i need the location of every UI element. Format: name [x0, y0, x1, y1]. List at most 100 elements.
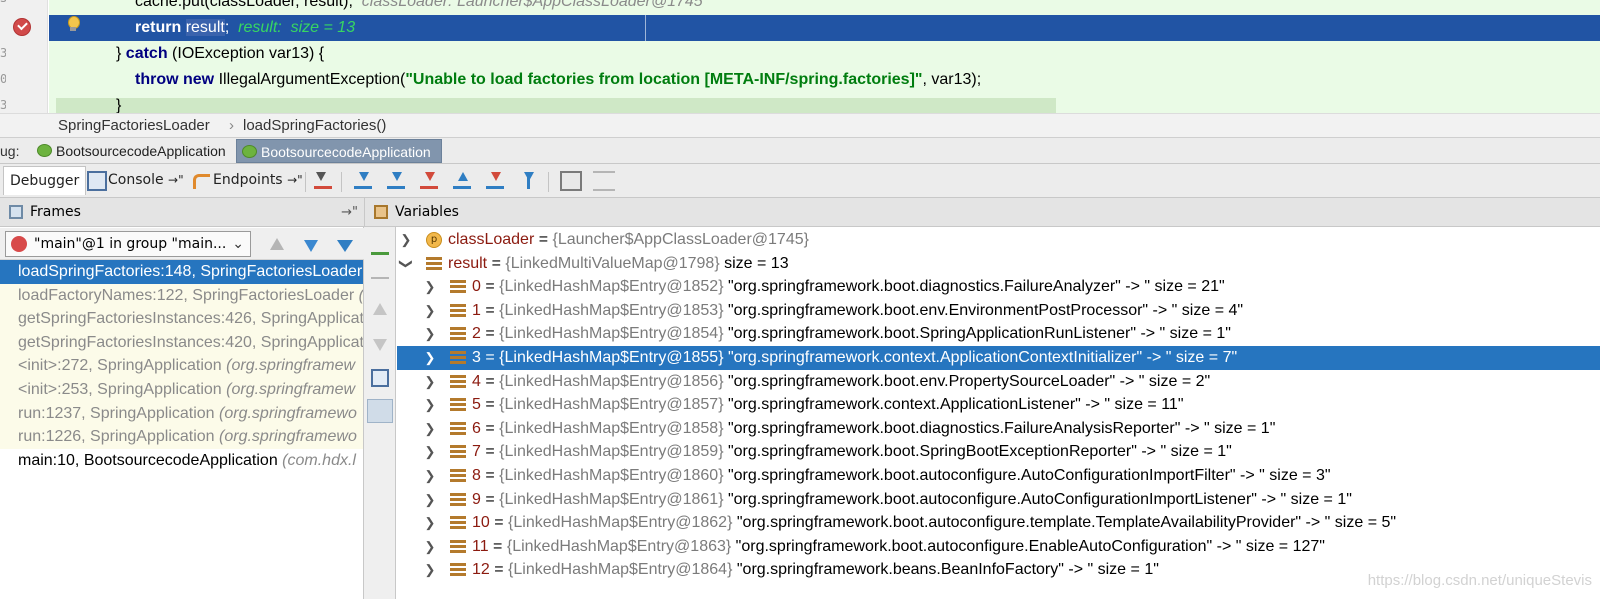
pin-icon[interactable]: →" [341, 198, 358, 227]
variable-row[interactable]: ❯ 10 = {LinkedHashMap$Entry@1862} "org.s… [397, 511, 1600, 535]
step-into-icon[interactable] [385, 171, 407, 191]
show-execution-point-icon[interactable] [312, 171, 334, 191]
variable-row[interactable]: ❯ 1 = {LinkedHashMap$Entry@1853} "org.sp… [397, 299, 1600, 323]
variable-ref: {LinkedHashMap$Entry@1859} [499, 443, 724, 461]
toolbar-divider [548, 172, 549, 192]
stack-frame[interactable]: getSpringFactoriesInstances:426, SpringA… [0, 307, 363, 331]
variable-ref: {LinkedHashMap$Entry@1853} [499, 301, 724, 319]
variable-row[interactable]: ❯ 4 = {LinkedHashMap$Entry@1856} "org.sp… [397, 370, 1600, 394]
variable-row[interactable]: ❯ 0 = {LinkedHashMap$Entry@1852} "org.sp… [397, 275, 1600, 299]
variable-row[interactable]: ❯ p classLoader = {Launcher$AppClassLoad… [397, 228, 1600, 252]
variable-row[interactable]: ❯ 5 = {LinkedHashMap$Entry@1857} "org.sp… [397, 393, 1600, 417]
code-editor[interactable]: 3 3 0 3 cache.put(classLoader, result); … [0, 0, 1600, 113]
evaluate-expression-icon[interactable] [560, 171, 582, 191]
new-watch-icon[interactable] [371, 237, 389, 255]
frame-package: (com.hdx.l [282, 451, 356, 469]
variable-ref: {LinkedHashMap$Entry@1860} [499, 466, 724, 484]
step-out-icon[interactable] [451, 171, 473, 191]
variable-value: "org.springframework.context.Application… [723, 396, 1184, 414]
variable-row[interactable]: ❯ 9 = {LinkedHashMap$Entry@1861} "org.sp… [397, 488, 1600, 512]
expand-arrow-icon[interactable]: ❯ [423, 370, 437, 394]
stack-frame[interactable]: run:1226, SpringApplication (org.springf… [0, 425, 363, 449]
tab-debug-session-2[interactable]: BootsourcecodeApplication [236, 139, 442, 163]
step-over-icon[interactable] [352, 171, 374, 191]
stack-frame[interactable]: <init>:253, SpringApplication (org.sprin… [0, 377, 363, 402]
breadcrumb-method[interactable]: loadSpringFactories() [243, 117, 386, 134]
variable-row-selected[interactable]: ❯ 3 = {LinkedHashMap$Entry@1855} "org.sp… [397, 345, 1600, 370]
expand-arrow-icon[interactable]: ❯ [423, 393, 437, 417]
variable-name: 2 [472, 325, 481, 343]
variable-row[interactable]: ❯ 11 = {LinkedHashMap$Entry@1863} "org.s… [397, 535, 1600, 559]
expand-arrow-icon[interactable]: ❯ [423, 322, 437, 346]
entry-icon [450, 468, 466, 483]
stack-frame[interactable]: getSpringFactoriesInstances:420, SpringA… [0, 330, 363, 355]
variable-row[interactable]: ❯ 2 = {LinkedHashMap$Entry@1854} "org.sp… [397, 322, 1600, 346]
entry-icon [450, 516, 466, 531]
entry-icon [450, 280, 466, 295]
breakpoint-check-icon[interactable] [13, 18, 31, 36]
expand-arrow-icon[interactable]: ❯ [423, 299, 437, 323]
thread-dropdown[interactable]: "main"@1 in group "main... ⌄ [5, 231, 251, 257]
debug-toolbar: Debugger Console →" Endpoints →" [0, 164, 1600, 198]
expand-arrow-icon[interactable]: ❯ [423, 488, 437, 512]
previous-frame-icon[interactable] [270, 238, 284, 250]
frame-method: <init>:272, SpringApplication [18, 357, 227, 375]
expand-arrow-icon[interactable]: ❯ [423, 275, 437, 299]
expand-arrow-icon[interactable]: ❯ [423, 535, 437, 559]
code-text: } [116, 45, 126, 62]
expand-arrow-icon[interactable]: ❯ [399, 228, 413, 252]
variable-value: "org.springframework.boot.autoconfigure.… [723, 466, 1331, 484]
expand-arrow-icon[interactable]: ❯ [423, 346, 437, 370]
line-number: 3 [0, 0, 6, 5]
breadcrumb: SpringFactoriesLoader › loadSpringFactor… [0, 113, 1600, 137]
variable-row[interactable]: ❯ 7 = {LinkedHashMap$Entry@1859} "org.sp… [397, 440, 1600, 464]
selected-variable[interactable]: result [185, 19, 225, 36]
pin-tab-icon[interactable]: →" [168, 173, 184, 187]
expand-arrow-icon[interactable]: ❯ [423, 440, 437, 464]
thread-suspended-icon [11, 236, 27, 252]
copy-icon[interactable] [371, 369, 389, 387]
tab-console[interactable]: Console →" [108, 166, 184, 195]
pin-tab-icon[interactable]: →" [287, 173, 303, 187]
force-step-into-icon[interactable] [418, 171, 440, 191]
remove-watch-icon[interactable] [371, 277, 389, 279]
frame-method: getSpringFactoriesInstances:420, SpringA… [18, 333, 363, 351]
variable-row[interactable]: ❯ result = {LinkedMultiValueMap@1798} si… [397, 252, 1600, 276]
variable-row[interactable]: ❯ 8 = {LinkedHashMap$Entry@1860} "org.sp… [397, 464, 1600, 488]
tab-debugger[interactable]: Debugger [3, 166, 87, 195]
variable-ref: {LinkedHashMap$Entry@1858} [499, 419, 724, 437]
stack-frame[interactable]: main:10, BootsourcecodeApplication (com.… [0, 449, 363, 473]
move-watch-down-icon[interactable] [373, 339, 387, 351]
variable-row[interactable]: ❯ 6 = {LinkedHashMap$Entry@1858} "org.sp… [397, 417, 1600, 441]
run-to-cursor-icon[interactable] [517, 171, 539, 191]
trace-stream-icon[interactable] [593, 171, 615, 191]
frame-package: ( [359, 287, 363, 304]
expand-arrow-icon[interactable]: ❯ [423, 511, 437, 535]
drop-frame-icon[interactable] [484, 171, 506, 191]
variable-eq: = [488, 537, 507, 555]
next-frame-icon[interactable] [304, 240, 318, 252]
collapse-arrow-icon[interactable]: ❯ [397, 256, 418, 270]
stack-frame[interactable]: run:1237, SpringApplication (org.springf… [0, 401, 363, 426]
show-watches-icon[interactable] [367, 399, 393, 423]
expand-arrow-icon[interactable]: ❯ [423, 417, 437, 441]
frame-package: (org.springframewo [219, 428, 357, 446]
expand-arrow-icon[interactable]: ❯ [423, 558, 437, 582]
frame-method: loadSpringFactories:148, SpringFactories… [18, 263, 363, 280]
lightbulb-icon[interactable] [66, 15, 80, 35]
filter-icon[interactable] [337, 240, 353, 252]
move-watch-up-icon[interactable] [373, 303, 387, 315]
stack-frame[interactable]: loadFactoryNames:122, SpringFactoriesLoa… [0, 283, 363, 308]
breadcrumb-separator: › [229, 117, 234, 134]
variable-ref: {LinkedHashMap$Entry@1861} [499, 490, 724, 508]
variable-value: "org.springframework.boot.autoconfigure.… [723, 490, 1352, 508]
tab-endpoints[interactable]: Endpoints →" [213, 166, 303, 195]
expand-arrow-icon[interactable]: ❯ [423, 464, 437, 488]
code-line-cache-put: cache.put(classLoader, result); classLoa… [135, 0, 703, 15]
breadcrumb-class[interactable]: SpringFactoriesLoader [58, 117, 210, 134]
tab-debug-session-1[interactable]: BootsourcecodeApplication [32, 139, 232, 163]
variable-ref: {LinkedHashMap$Entry@1857} [499, 396, 724, 414]
editor-gutter[interactable]: 3 3 0 3 [0, 0, 48, 113]
stack-frame[interactable]: <init>:272, SpringApplication (org.sprin… [0, 354, 363, 378]
stack-frame[interactable]: loadSpringFactories:148, SpringFactories… [0, 260, 363, 284]
